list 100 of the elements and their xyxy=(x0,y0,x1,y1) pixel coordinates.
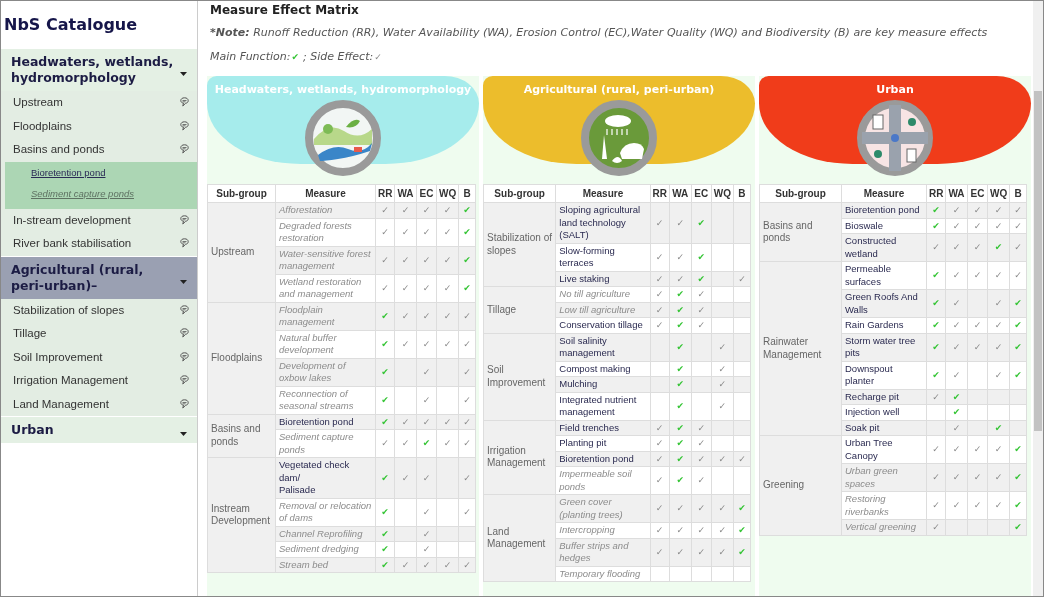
check-mark: ✓ xyxy=(655,320,664,330)
table-cell: Degraded forests restoration xyxy=(275,218,376,246)
check-mark: ✓ xyxy=(401,205,410,215)
check-mark: ✓ xyxy=(676,546,684,557)
check-mark: ✔ xyxy=(697,273,706,284)
column-header: EC xyxy=(691,184,712,203)
check-mark: ✔ xyxy=(994,242,1003,253)
check-mark: ✓ xyxy=(443,438,452,449)
check-mark: ✔ xyxy=(381,544,389,554)
sidebar-item[interactable]: In-stream development xyxy=(1,208,197,232)
check-mark: ✓ xyxy=(932,522,940,532)
check-mark: ✔ xyxy=(463,226,471,237)
caret-icon xyxy=(180,432,187,436)
check-mark: ✔ xyxy=(381,366,389,377)
submenu-link[interactable]: Bioretention pond xyxy=(31,166,106,178)
check-mark: ✓ xyxy=(697,438,706,448)
sidebar-item[interactable]: Tillage xyxy=(1,322,197,346)
check-mark: ✔ xyxy=(676,341,684,352)
check-mark: ✓ xyxy=(422,506,431,517)
sidebar-item[interactable]: Stabilization of slopes xyxy=(1,298,197,322)
check-mark: ✓ xyxy=(401,254,410,265)
check-mark: ✓ xyxy=(718,379,727,389)
check-mark: ✓ xyxy=(381,226,389,237)
check-mark: ✓ xyxy=(952,500,961,511)
check-mark: ✓ xyxy=(952,270,961,281)
check-mark: ✓ xyxy=(738,273,746,284)
speech-bubble-icon xyxy=(180,398,189,409)
table-cell: Reconnection of seasonal streams xyxy=(275,386,376,414)
check-mark: ✓ xyxy=(463,472,471,483)
category-header[interactable]: Urban xyxy=(1,416,197,443)
sidebar-item[interactable]: River bank stabilisation xyxy=(1,232,197,256)
table-cell: Basins and ponds xyxy=(207,414,276,458)
check-mark: ✓ xyxy=(718,453,727,464)
check-mark: ✓ xyxy=(401,416,410,427)
table-cell: Planting pit xyxy=(555,435,651,451)
check-mark: ✔ xyxy=(463,254,471,265)
check-mark: ✔ xyxy=(291,51,299,62)
check-mark: ✓ xyxy=(401,282,410,293)
check-mark: ✓ xyxy=(463,559,471,570)
check-mark: ✔ xyxy=(1014,320,1022,330)
check-mark: ✔ xyxy=(697,251,706,262)
check-mark: ✔ xyxy=(932,298,940,309)
check-mark: ✔ xyxy=(381,472,389,483)
check-mark: ✔ xyxy=(463,282,471,293)
check-mark: ✓ xyxy=(973,341,982,352)
check-mark: ✓ xyxy=(952,422,961,433)
check-mark: ✓ xyxy=(973,205,982,215)
check-mark: ✔ xyxy=(676,475,684,486)
check-mark: ✓ xyxy=(718,546,727,557)
sidebar-item[interactable]: Upstream xyxy=(1,91,197,115)
sidebar-item[interactable]: Basins and ponds xyxy=(1,138,197,162)
table-cell: Upstream xyxy=(207,202,276,302)
column-header: WQ xyxy=(436,184,459,203)
table-cell: Removal or relocation of dams xyxy=(275,498,376,526)
check-mark: ✔ xyxy=(676,320,684,330)
sidebar-item[interactable]: Soil Improvement xyxy=(1,345,197,369)
check-mark: ✓ xyxy=(443,226,452,237)
category-header[interactable]: Headwaters, wetlands, hydromorphology xyxy=(1,48,197,91)
column-header: WA xyxy=(945,184,968,203)
table-cell: Stabilization of slopes xyxy=(483,202,556,287)
sidebar-item[interactable]: Irrigation Management xyxy=(1,369,197,393)
check-mark: ✓ xyxy=(952,320,961,330)
check-mark: ✓ xyxy=(422,226,431,237)
check-mark: ✓ xyxy=(443,254,452,265)
check-mark: ✔ xyxy=(1014,444,1022,455)
table-cell: Urban green spaces xyxy=(841,463,927,492)
check-mark: ✓ xyxy=(932,500,940,511)
table-cell: Intercropping xyxy=(555,522,651,538)
category-header[interactable]: Agricultural (rural, peri-urban)– xyxy=(1,255,197,299)
scrollbar[interactable] xyxy=(1033,1,1043,596)
check-mark: ✓ xyxy=(718,525,727,535)
check-mark: ✔ xyxy=(932,205,940,215)
scrollbar-thumb[interactable] xyxy=(1034,91,1042,431)
table-cell: Floodplain management xyxy=(275,302,376,330)
table-cell: Instream Development xyxy=(207,457,276,573)
table-cell: Green cover (planting trees) xyxy=(555,494,651,523)
sidebar-item[interactable]: Floodplains xyxy=(1,114,197,138)
check-mark: ✓ xyxy=(994,369,1003,380)
table-cell: Temporary flooding xyxy=(555,566,651,582)
check-mark: ✓ xyxy=(952,220,961,231)
check-mark: ✓ xyxy=(655,273,664,284)
check-mark: ✔ xyxy=(738,503,746,514)
caret-icon xyxy=(180,72,187,76)
check-mark: ✓ xyxy=(952,298,961,309)
speech-bubble-icon xyxy=(180,351,189,362)
speech-bubble-icon xyxy=(180,97,189,108)
table-cell: Injection well xyxy=(841,404,927,420)
check-mark: ✔ xyxy=(676,289,684,299)
check-mark: ✔ xyxy=(738,546,746,557)
check-mark: ✓ xyxy=(381,438,389,449)
page-title: Measure Effect Matrix xyxy=(210,3,360,17)
check-mark: ✓ xyxy=(443,205,452,215)
table-cell: Downspout planter xyxy=(841,361,927,389)
check-mark: ✔ xyxy=(932,341,940,352)
check-mark: ✓ xyxy=(655,546,664,557)
check-mark: ✓ xyxy=(443,416,452,427)
category-title: Headwaters, wetlands, hydromorphology xyxy=(214,83,472,97)
column-header: Measure xyxy=(555,184,651,203)
sidebar-item[interactable]: Land Management xyxy=(1,392,197,416)
check-mark: ✔ xyxy=(463,205,471,215)
